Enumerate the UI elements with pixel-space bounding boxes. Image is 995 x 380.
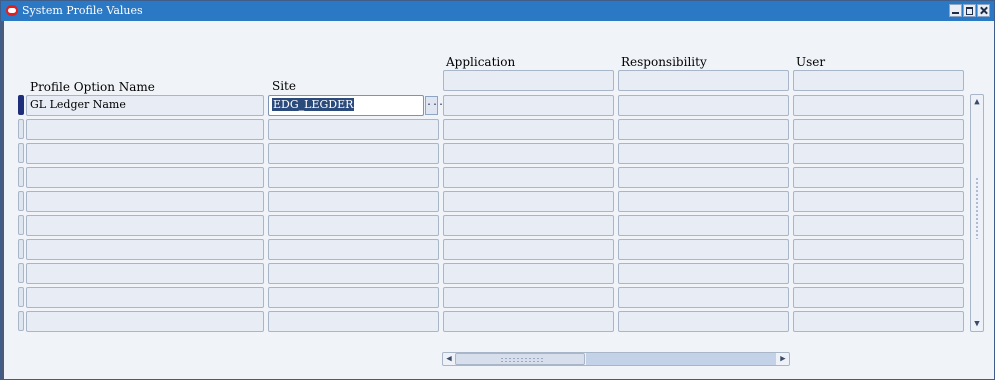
ellipsis-icon[interactable]: ... [425,96,444,115]
site-field[interactable] [268,119,439,140]
window-left-border [1,21,4,379]
profile-option-name-field[interactable] [26,215,264,236]
row-indicator[interactable] [18,287,24,307]
application-header-field[interactable] [443,70,614,91]
site-field[interactable] [268,191,439,212]
application-field[interactable] [443,287,614,308]
responsibility-field[interactable] [618,215,789,236]
application-field[interactable] [443,239,614,260]
header-responsibility: Responsibility [621,55,707,69]
user-field[interactable] [793,143,964,164]
user-field[interactable] [793,191,964,212]
responsibility-field[interactable] [618,287,789,308]
maximize-icon[interactable] [963,4,976,17]
scrollbar-grip[interactable] [975,177,979,239]
user-field[interactable] [793,287,964,308]
responsibility-field[interactable] [618,239,789,260]
minimize-icon[interactable] [949,4,962,17]
oracle-icon [6,5,18,16]
application-field[interactable] [443,311,614,332]
responsibility-field[interactable] [618,95,789,116]
scroll-up-arrow-icon[interactable]: ▲ [971,95,983,109]
application-field[interactable] [443,191,614,212]
row-indicator[interactable] [18,311,24,331]
row-indicator[interactable] [18,239,24,259]
user-field[interactable] [793,239,964,260]
user-field[interactable] [793,263,964,284]
user-field[interactable] [793,311,964,332]
header-application: Application [446,55,516,69]
header-site: Site [272,79,296,93]
row-indicator[interactable] [18,119,24,139]
profile-option-name-field[interactable] [26,311,264,332]
header-user: User [796,55,826,69]
row-indicator[interactable] [18,167,24,187]
responsibility-field[interactable] [618,311,789,332]
application-field[interactable] [443,167,614,188]
responsibility-field[interactable] [618,143,789,164]
site-field[interactable] [268,143,439,164]
scroll-down-arrow-icon[interactable]: ▼ [971,317,983,331]
application-field[interactable] [443,95,614,116]
scroll-left-arrow-icon[interactable]: ◀ [443,353,455,365]
site-value-selected: EDG_LEGDER [272,98,355,111]
user-header-field[interactable] [793,70,964,91]
profile-option-name-field[interactable] [26,239,264,260]
responsibility-field[interactable] [618,167,789,188]
user-field[interactable] [793,215,964,236]
site-field[interactable] [268,311,439,332]
row-indicator-current[interactable] [18,95,24,115]
profile-option-name-field[interactable] [26,263,264,284]
horizontal-scroll-track[interactable] [586,353,776,365]
user-field[interactable] [793,119,964,140]
user-field[interactable] [793,167,964,188]
profile-values-window: System Profile Values Profile Option Nam… [0,0,995,380]
profile-option-name-field[interactable] [26,167,264,188]
responsibility-field[interactable] [618,263,789,284]
profile-option-name-field[interactable] [26,119,264,140]
horizontal-scrollbar[interactable]: ◀ ▶ [442,352,790,366]
header-profile-option-name: Profile Option Name [30,80,155,94]
site-field[interactable] [268,215,439,236]
scrollbar-grip [500,357,544,363]
application-field[interactable] [443,119,614,140]
row-indicator[interactable] [18,215,24,235]
site-field[interactable] [268,263,439,284]
site-field[interactable] [268,239,439,260]
window-title: System Profile Values [22,4,143,17]
application-field[interactable] [443,143,614,164]
row-indicator[interactable] [18,143,24,163]
row-indicator[interactable] [18,263,24,283]
profile-option-name-field[interactable]: GL Ledger Name [26,95,264,116]
profile-option-name-field[interactable] [26,191,264,212]
scroll-right-arrow-icon[interactable]: ▶ [777,353,789,365]
application-field[interactable] [443,215,614,236]
profile-option-name-field[interactable] [26,143,264,164]
horizontal-scroll-thumb[interactable] [455,353,585,365]
responsibility-field[interactable] [618,191,789,212]
user-field[interactable] [793,95,964,116]
close-icon[interactable] [977,4,990,17]
responsibility-field[interactable] [618,119,789,140]
site-field[interactable] [268,287,439,308]
responsibility-header-field[interactable] [618,70,789,91]
vertical-scrollbar[interactable]: ▲ ▼ [970,94,984,332]
site-field[interactable] [268,167,439,188]
row-indicator[interactable] [18,191,24,211]
title-bar[interactable]: System Profile Values [1,1,994,21]
profile-option-name-field[interactable] [26,287,264,308]
site-field[interactable]: EDG_LEGDER [268,95,424,116]
application-field[interactable] [443,263,614,284]
